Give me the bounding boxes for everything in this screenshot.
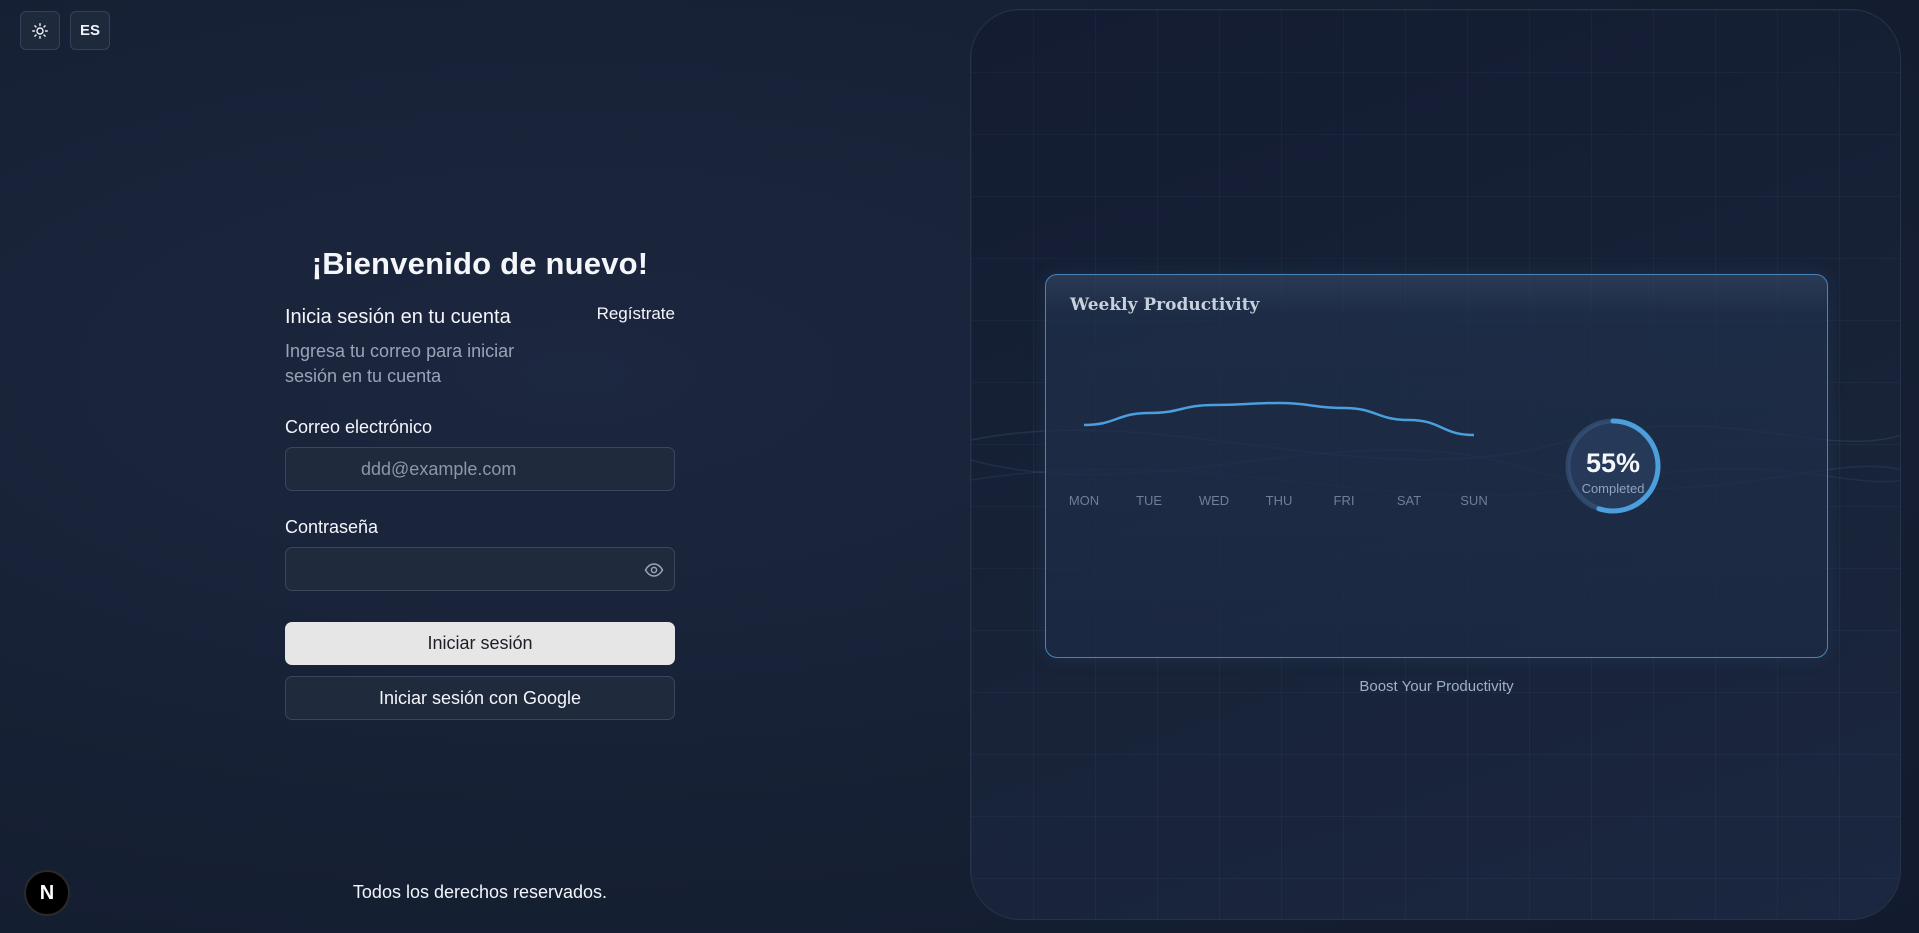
x-tick-label: SAT [1397, 493, 1421, 508]
productivity-chart: MON TUE WED THU FRI SAT SUN 55% Completed [1069, 401, 1661, 514]
sun-icon [32, 22, 48, 39]
badge-letter: N [39, 881, 55, 904]
login-form: ¡Bienvenido de nuevo! Inicia sesión en t… [285, 246, 675, 720]
login-subtitle: Ingresa tu correo para iniciar sesión en… [285, 341, 515, 386]
series-line [1083, 401, 1475, 437]
promo-panel: Weekly Productivity MON TUE WED THU FRI SAT SU… [970, 9, 1901, 920]
nextjs-badge[interactable]: N [24, 870, 70, 916]
login-title: Inicia sesión en tu cuenta [285, 306, 511, 328]
login-button[interactable]: Iniciar sesión [285, 622, 675, 665]
email-field[interactable] [286, 448, 674, 490]
tagline: Boost Your Productivity [1359, 678, 1514, 695]
x-tick-label: MON [1069, 493, 1099, 508]
password-field[interactable] [286, 548, 674, 590]
email-label: Correo electrónico [285, 417, 433, 437]
google-login-button[interactable]: Iniciar sesión con Google [285, 676, 675, 720]
eye-icon[interactable] [644, 560, 664, 580]
email-field-wrapper [285, 447, 675, 491]
x-tick-label: THU [1266, 493, 1293, 508]
language-label: ES [79, 22, 100, 39]
x-tick-label: SUN [1460, 493, 1487, 508]
language-button[interactable]: ES [70, 11, 110, 50]
register-link[interactable]: Regístrate [597, 304, 675, 324]
productivity-card: Weekly Productivity MON TUE WED THU FRI SAT SU… [1045, 274, 1828, 658]
progress-value: 55% [1586, 448, 1640, 478]
theme-toggle-button[interactable] [20, 11, 60, 50]
progress-caption: Completed [1582, 481, 1645, 496]
copyright-text: Todos los derechos reservados. [352, 882, 608, 902]
password-label: Contraseña [285, 517, 379, 537]
login-header: Inicia sesión en tu cuenta Regístrate [285, 304, 675, 329]
x-tick-label: WED [1199, 493, 1229, 508]
x-tick-label: TUE [1136, 493, 1162, 508]
x-tick-label: FRI [1334, 493, 1355, 508]
password-field-wrapper [285, 547, 675, 591]
welcome-heading: ¡Bienvenido de nuevo! [311, 246, 649, 281]
